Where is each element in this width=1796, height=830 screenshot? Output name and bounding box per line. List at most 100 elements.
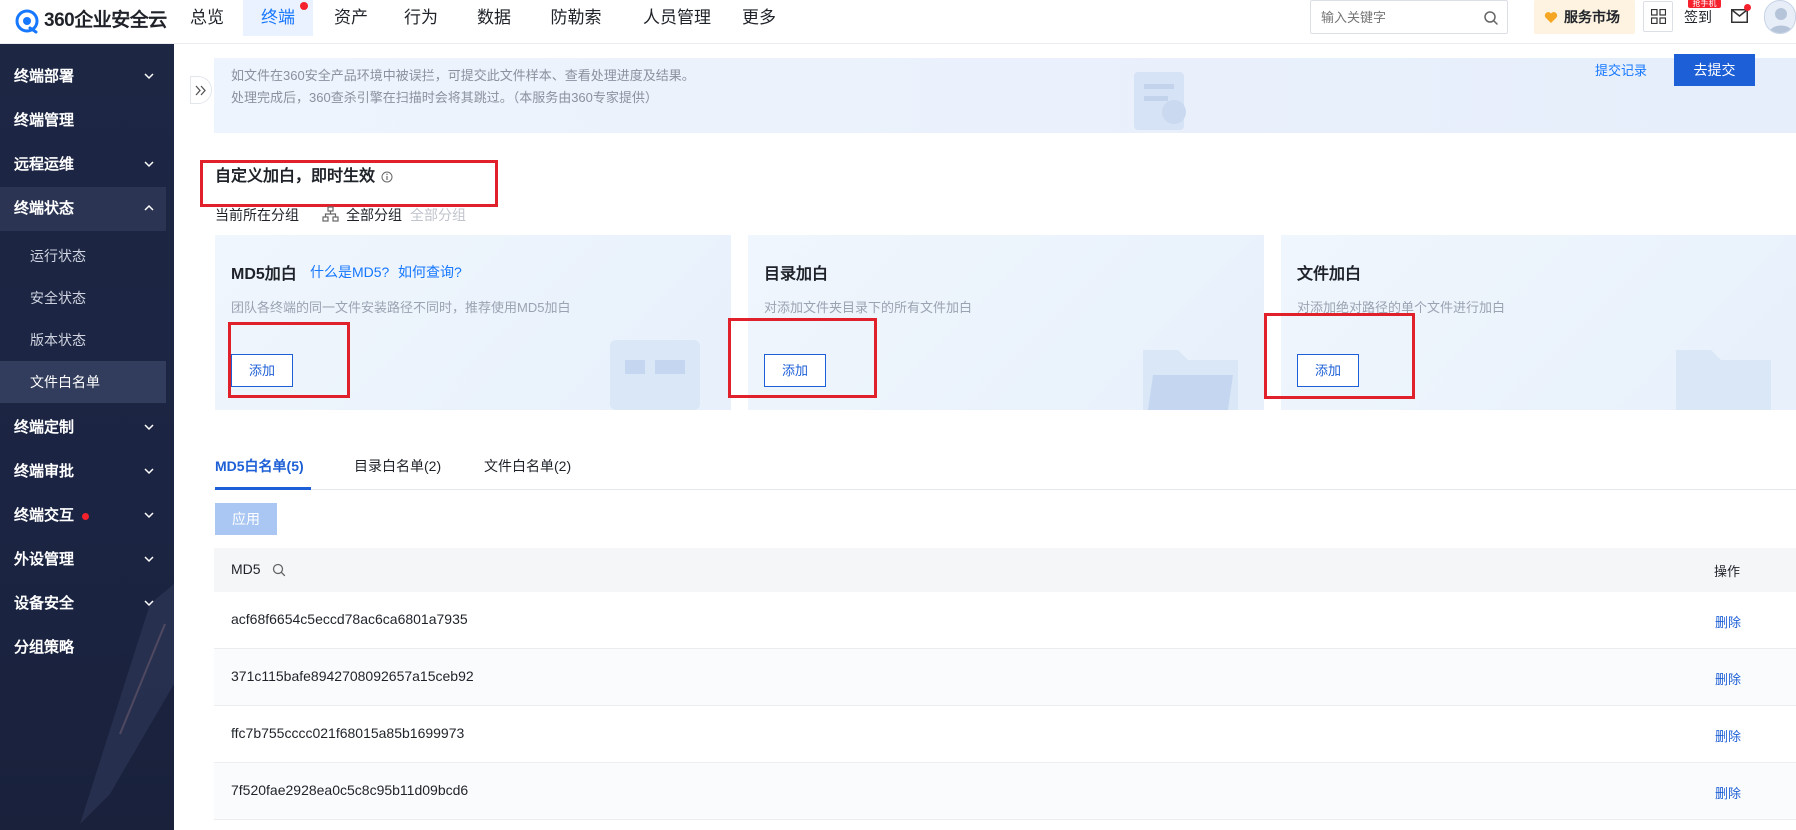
current-group-label: 当前所在分组 xyxy=(215,207,299,223)
sidebar-collapse-toggle[interactable] xyxy=(190,76,212,104)
nav-item-personnel[interactable]: 人员管理 xyxy=(634,0,720,36)
logo-icon xyxy=(15,9,39,34)
sidebar-item-peripherals[interactable]: 外设管理 xyxy=(0,538,166,582)
sidebar-item-device-security[interactable]: 设备安全 xyxy=(0,582,166,626)
table-cell-md5: 7f520fae2928ea0c5c8c95b11d09bcd6 xyxy=(231,782,469,798)
sidebar-item-label: 终端定制 xyxy=(14,419,75,436)
submit-record-link[interactable]: 提交记录 xyxy=(1595,62,1647,80)
sidebar-item-management[interactable]: 终端管理 xyxy=(0,99,166,143)
sidebar-item-approval[interactable]: 终端审批 xyxy=(0,450,166,494)
notice-line-2: 处理完成后，360查杀引擎在扫描时会将其跳过。（本服务由360专家提供） xyxy=(231,90,658,105)
nav-item-data[interactable]: 数据 xyxy=(473,0,515,36)
chevron-down-icon xyxy=(144,161,154,168)
tab-directory-whitelist[interactable]: 目录白名单(2) xyxy=(354,456,441,476)
top-bar: 360企业安全云 总览 终端 资产 行为 数据 防勒索 人员管理 更多 服务市场… xyxy=(0,0,1796,44)
avatar[interactable] xyxy=(1764,0,1796,34)
nav-notification-dot xyxy=(300,2,308,10)
sidebar-subitem-file-whitelist[interactable]: 文件白名单 xyxy=(0,361,166,403)
nav-item-assets[interactable]: 资产 xyxy=(330,0,372,36)
how-to-query-link[interactable]: 如何查询? xyxy=(398,262,462,282)
delete-link[interactable]: 删除 xyxy=(1715,783,1741,802)
nav-item-behavior[interactable]: 行为 xyxy=(400,0,442,36)
chevron-down-icon xyxy=(144,600,154,607)
sidebar-alert-dot xyxy=(82,512,90,520)
highlight-box-section-title xyxy=(200,160,498,207)
grid-icon xyxy=(1651,9,1666,24)
active-tab-indicator xyxy=(215,487,311,490)
tabs-divider xyxy=(214,489,1796,490)
mail-icon[interactable] xyxy=(1731,9,1748,23)
service-market-label: 服务市场 xyxy=(1564,9,1620,25)
nav-item-overview[interactable]: 总览 xyxy=(186,0,228,36)
sidebar-item-label: 终端部署 xyxy=(14,68,75,85)
notice-line-1: 如文件在360安全产品环境中被误拦，可提交此文件样本、查看处理进度及结果。 xyxy=(231,68,695,83)
nav-item-more[interactable]: 更多 xyxy=(738,0,780,36)
column-header-md5: MD5 xyxy=(231,561,261,577)
sidebar-item-label: 终端状态 xyxy=(14,200,75,217)
sign-in-button[interactable]: 签到 xyxy=(1684,7,1712,27)
sidebar-item-label: 终端审批 xyxy=(14,463,75,480)
sidebar-item-label: 终端交互 xyxy=(14,507,75,524)
sidebar-subitem-run-status[interactable]: 运行状态 xyxy=(0,235,166,277)
chevron-down-icon xyxy=(144,512,154,519)
sidebar-item-status[interactable]: 终端状态 xyxy=(0,187,166,231)
table-cell-md5: 371c115bafe8942708092657a15ceb92 xyxy=(231,668,474,684)
card-md5-title: MD5加白 xyxy=(231,266,297,283)
chevron-down-icon xyxy=(144,424,154,431)
column-header-actions: 操作 xyxy=(1714,564,1741,579)
apply-button[interactable]: 应用 xyxy=(215,503,277,535)
sidebar-item-interaction[interactable]: 终端交互 xyxy=(0,494,166,538)
app-logo-text: 360企业安全云 xyxy=(44,10,167,31)
card-md5-illustration-icon xyxy=(610,340,700,410)
sidebar-item-group-policy[interactable]: 分组策略 xyxy=(0,626,166,670)
card-directory-desc: 对添加文件夹目录下的所有文件加白 xyxy=(764,300,973,315)
chevron-down-icon xyxy=(144,73,154,80)
search-box[interactable] xyxy=(1310,0,1508,34)
sidebar-item-customization[interactable]: 终端定制 xyxy=(0,406,166,450)
sidebar: 终端部署 终端管理 远程运维 终端状态 运行状态 安全状态 版本状态 文件白名单… xyxy=(0,44,174,830)
search-icon[interactable] xyxy=(1483,10,1499,26)
sidebar-item-remote-ops[interactable]: 远程运维 xyxy=(0,143,166,187)
user-avatar-icon xyxy=(1769,8,1793,33)
sidebar-item-label: 外设管理 xyxy=(14,551,75,568)
sidebar-item-label: 设备安全 xyxy=(14,595,75,612)
card-file-title: 文件加白 xyxy=(1297,266,1362,283)
file-folder-illustration-icon xyxy=(1676,350,1771,410)
chevron-down-icon xyxy=(144,556,154,563)
current-group-value[interactable]: 全部分组 xyxy=(346,205,402,225)
table-header: MD5 操作 xyxy=(214,548,1796,592)
service-market-button[interactable]: 服务市场 xyxy=(1534,0,1635,34)
sidebar-subitem-version-status[interactable]: 版本状态 xyxy=(0,319,166,361)
sidebar-item-deployment[interactable]: 终端部署 xyxy=(0,55,166,99)
document-illustration-icon xyxy=(1134,72,1186,130)
current-group-hint: 全部分组 xyxy=(410,207,466,223)
sidebar-item-label: 终端管理 xyxy=(14,112,75,129)
delete-link[interactable]: 删除 xyxy=(1715,726,1741,745)
notice-text: 如文件在360安全产品环境中被误拦，可提交此文件样本、查看处理进度及结果。 处理… xyxy=(231,65,695,109)
table-cell-md5: ffc7b755cccc021f68015a85b1699973 xyxy=(231,725,465,741)
sidebar-subitem-security-status[interactable]: 安全状态 xyxy=(0,277,166,319)
sidebar-item-label: 远程运维 xyxy=(14,156,75,173)
go-submit-button[interactable]: 去提交 xyxy=(1674,54,1755,86)
org-tree-icon xyxy=(322,206,339,222)
search-icon[interactable] xyxy=(272,563,286,577)
what-is-md5-link[interactable]: 什么是MD5? xyxy=(310,262,389,282)
chevron-down-icon xyxy=(144,468,154,475)
search-input[interactable] xyxy=(1311,1,1471,33)
delete-link[interactable]: 删除 xyxy=(1715,669,1741,688)
double-chevron-right-icon xyxy=(195,85,206,96)
tab-file-whitelist[interactable]: 文件白名单(2) xyxy=(484,456,571,476)
sidebar-item-label: 分组策略 xyxy=(14,639,75,656)
highlight-box-md5-add xyxy=(228,322,350,398)
tab-md5-whitelist[interactable]: MD5白名单(5) xyxy=(215,456,304,476)
card-md5-desc: 团队各终端的同一文件安装路径不同时，推荐使用MD5加白 xyxy=(231,300,571,315)
highlight-box-file-add xyxy=(1264,313,1415,399)
mail-unread-dot xyxy=(1744,4,1751,11)
nav-item-anti-ransomware[interactable]: 防勒索 xyxy=(546,0,606,36)
chevron-up-icon xyxy=(144,204,154,211)
card-directory-title: 目录加白 xyxy=(764,266,829,283)
heart-icon xyxy=(1544,12,1558,23)
highlight-box-directory-add xyxy=(728,318,877,398)
delete-link[interactable]: 删除 xyxy=(1715,612,1741,631)
app-grid-button[interactable] xyxy=(1643,1,1673,32)
